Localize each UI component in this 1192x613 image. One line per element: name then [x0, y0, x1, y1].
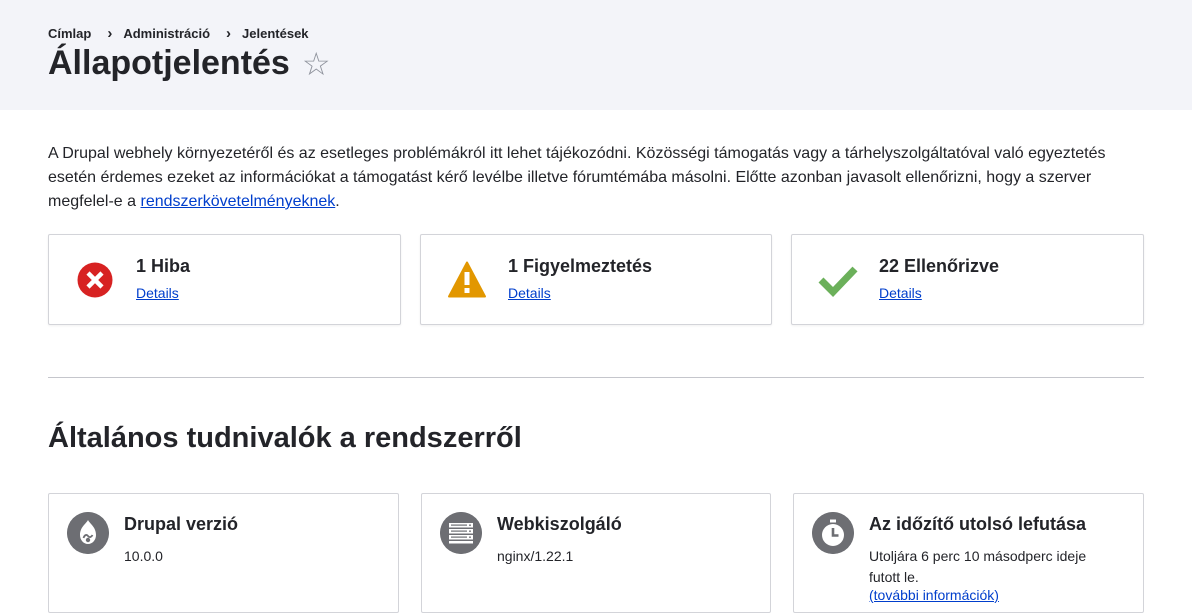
- cron-more-info-link[interactable]: (további információk): [869, 587, 999, 603]
- info-card-drupal-version: Drupal verzió 10.0.0: [48, 493, 399, 613]
- info-card-cron: Az időzítő utolsó lefutása Utoljára 6 pe…: [793, 493, 1144, 613]
- cron-value: Utoljára 6 perc 10 másodperc ideje futot…: [869, 548, 1087, 585]
- breadcrumb: Címlap › Administráció › Jelentések: [48, 25, 309, 42]
- webserver-value: nginx/1.22.1: [497, 548, 574, 564]
- status-error-title: 1 Hiba: [136, 256, 191, 276]
- timer-icon: [812, 512, 854, 554]
- intro-text: A Drupal webhely környezetéről és az ese…: [48, 142, 1128, 214]
- status-warning-details-link[interactable]: Details: [508, 285, 551, 301]
- status-checked-details-link[interactable]: Details: [879, 285, 922, 301]
- cron-title: Az időzítő utolsó lefutása: [869, 514, 1087, 534]
- error-icon: [77, 262, 113, 298]
- breadcrumb-home[interactable]: Címlap: [48, 26, 91, 41]
- requirements-link[interactable]: rendszerkövetelményeknek: [141, 193, 336, 210]
- intro-end: .: [335, 193, 340, 210]
- general-info-title: Általános tudnivalók a rendszerről: [48, 422, 522, 454]
- drupal-icon: [67, 512, 109, 554]
- breadcrumb-admin[interactable]: Administráció: [123, 26, 210, 41]
- status-card-warning: 1 Figyelmeztetés Details: [420, 234, 772, 325]
- server-icon: [440, 512, 482, 554]
- page-header: Címlap › Administráció › Jelentések Álla…: [0, 0, 1192, 110]
- status-card-error: 1 Hiba Details: [48, 234, 401, 325]
- breadcrumb-separator: ›: [107, 25, 113, 42]
- status-error-details-link[interactable]: Details: [136, 285, 179, 301]
- favorite-star-icon[interactable]: ☆: [302, 45, 331, 83]
- drupal-version-title: Drupal verzió: [124, 514, 239, 534]
- drupal-version-value: 10.0.0: [124, 548, 163, 564]
- breadcrumb-reports[interactable]: Jelentések: [242, 26, 309, 41]
- info-card-webserver: Webkiszolgáló nginx/1.22.1: [421, 493, 771, 613]
- status-card-checked: 22 Ellenőrizve Details: [791, 234, 1144, 325]
- section-divider: [48, 377, 1144, 378]
- page-title: Állapotjelentés ☆: [48, 44, 331, 83]
- page-title-text: Állapotjelentés: [48, 44, 290, 82]
- breadcrumb-separator: ›: [226, 25, 232, 42]
- warning-icon: [448, 261, 486, 298]
- status-checked-title: 22 Ellenőrizve: [879, 256, 1000, 276]
- status-warning-title: 1 Figyelmeztetés: [508, 256, 653, 276]
- check-icon: [818, 266, 858, 298]
- webserver-title: Webkiszolgáló: [497, 514, 622, 534]
